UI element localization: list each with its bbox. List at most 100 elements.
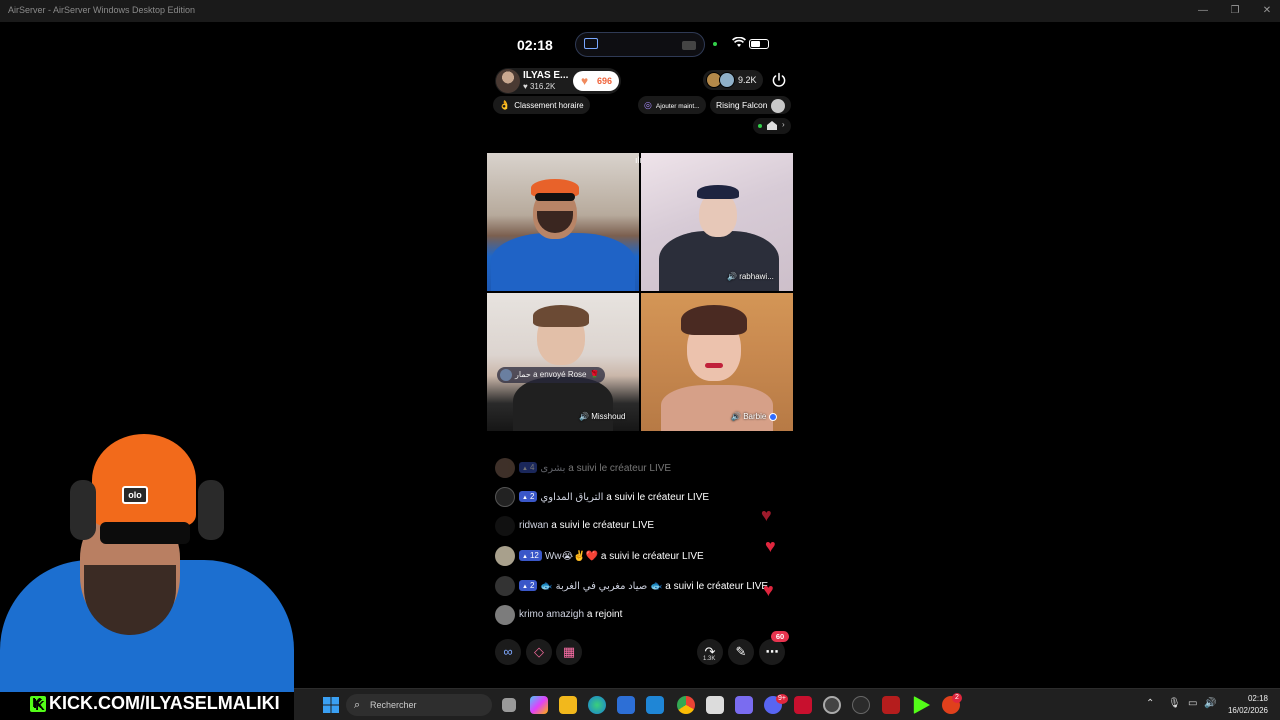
acrobat-icon[interactable] xyxy=(794,696,812,714)
kick-app-icon[interactable] xyxy=(913,696,930,714)
obs-icon[interactable] xyxy=(852,696,870,714)
chat-user: بشرى xyxy=(540,463,566,474)
microphone-icon[interactable]: 🎙 xyxy=(1168,698,1181,709)
viewer-list[interactable]: 9.2K xyxy=(703,70,763,90)
viewer-avatar xyxy=(719,72,735,88)
lips xyxy=(705,363,723,368)
more-badge: 60 xyxy=(771,631,789,642)
dynamic-island xyxy=(575,32,705,57)
chat-action: a rejoint xyxy=(586,609,623,620)
headphone-right xyxy=(198,480,224,540)
close-button[interactable]: ✕ xyxy=(1250,0,1280,22)
beanie-logo: olo xyxy=(122,486,148,504)
maximize-button[interactable]: ❐ xyxy=(1218,0,1252,22)
add-chip[interactable]: ◎ Ajouter maint... xyxy=(638,96,706,114)
link-icon: ∞ xyxy=(503,644,513,659)
guest-link-button[interactable]: ∞ xyxy=(495,639,521,665)
diamond-icon: ◇ xyxy=(534,644,544,659)
gift-user: حمار xyxy=(515,370,531,379)
taskbar-clock[interactable]: 02:18 16/02/2026 xyxy=(1228,693,1268,717)
ranking-label: Classement horaire xyxy=(514,101,584,110)
swirl-icon: ◎ xyxy=(644,100,652,110)
rose-icon: 🌹 xyxy=(589,370,600,379)
chat-user: الترياق المداوي xyxy=(540,492,604,503)
person-cap xyxy=(697,185,739,199)
level-badge: 12 xyxy=(519,550,542,561)
webcam-overlay: olo xyxy=(0,430,294,692)
heart-icon: ♥ xyxy=(581,74,589,88)
app-icon[interactable] xyxy=(706,696,724,714)
chat-action: a suivi le créateur LIVE xyxy=(600,551,704,562)
person-body xyxy=(491,233,635,291)
level-badge: 2 xyxy=(519,580,538,591)
rising-falcon-chip[interactable]: Rising Falcon xyxy=(710,96,791,114)
discord-badge: 9+ xyxy=(776,694,788,704)
game-icon[interactable] xyxy=(735,696,753,714)
chat-avatar xyxy=(495,516,515,536)
guest-name-4: Barbie xyxy=(743,412,767,421)
media-app-icon[interactable] xyxy=(882,696,900,714)
person-hair xyxy=(681,305,747,335)
phone-screen: 02:18 ILYAS E... ♥ 316.2K ♥ 696 9.2K 👌 Cl… xyxy=(487,28,793,678)
clock-date: 16/02/2026 xyxy=(1227,706,1268,715)
home-icon xyxy=(767,121,777,130)
headphone-left xyxy=(70,480,96,540)
home-shortcut[interactable]: › xyxy=(753,118,791,134)
minimize-button[interactable]: — xyxy=(1186,0,1220,22)
host-name: ILYAS E... xyxy=(523,70,569,81)
taskbar-search[interactable]: ⌕ Rechercher xyxy=(346,694,492,716)
volume-icon[interactable]: 🔊 xyxy=(1204,698,1216,709)
magic-button[interactable]: ✎ xyxy=(728,639,754,665)
floating-heart-icon: ♥ xyxy=(763,580,774,600)
tray-chevron-icon[interactable]: ⌃ xyxy=(1146,698,1154,709)
taskbar: ⌕ Rechercher 9+ 2 ⌃ 🎙 ▭ 🔊 02:18 16/02/202… xyxy=(294,688,1280,720)
guest-speaker-4: 🔊 Barbie xyxy=(731,412,778,421)
window-titlebar: AirServer - AirServer Windows Desktop Ed… xyxy=(0,0,1280,22)
task-view-icon[interactable] xyxy=(502,698,516,712)
status-time: 02:18 xyxy=(517,37,553,53)
camera-indicator-icon xyxy=(713,42,717,46)
rising-label: Rising Falcon xyxy=(716,100,768,110)
windows-start-icon[interactable] xyxy=(323,697,339,713)
gift-item: Rose xyxy=(567,370,587,379)
person-hair xyxy=(533,305,589,327)
ranking-chip[interactable]: 👌 Classement horaire xyxy=(493,96,590,114)
host-avatar[interactable] xyxy=(496,69,520,93)
share-count: 1.3K xyxy=(703,656,716,662)
host-likes: ♥ 316.2K xyxy=(523,82,556,91)
more-button[interactable]: ⋯ xyxy=(759,639,785,665)
chat-avatar xyxy=(495,487,515,507)
copilot-icon[interactable] xyxy=(530,696,548,714)
apps-button[interactable]: ▦ xyxy=(556,639,582,665)
chat-action: a suivi le créateur LIVE xyxy=(606,492,710,503)
chat-action: a suivi le créateur LIVE xyxy=(665,581,769,592)
chat-user: 🐟 صياد مغربي في الغربة 🐟 xyxy=(540,581,663,592)
file-explorer-icon[interactable] xyxy=(559,696,577,714)
search-placeholder: Rechercher xyxy=(370,700,417,710)
guest-tile-host[interactable] xyxy=(487,153,639,291)
guest-tile-3[interactable]: 🔊 Misshoud xyxy=(487,293,639,431)
edge-icon[interactable] xyxy=(588,696,606,714)
guest-speaker-3: 🔊 Misshoud xyxy=(579,412,626,421)
kick-overlay: K KICK.COM/ILYASELMALIKI xyxy=(30,693,280,714)
guest-tile-4[interactable]: 🔊 Barbie xyxy=(641,293,793,431)
chrome-icon[interactable] xyxy=(677,696,695,714)
chat-action: a suivi le créateur LIVE xyxy=(551,520,655,531)
airplay-icon xyxy=(682,41,696,50)
gift-sender-avatar xyxy=(500,368,512,381)
gift-notification: حمار a envoyé Rose 🌹 xyxy=(497,367,606,383)
online-dot-icon xyxy=(758,124,762,128)
follow-heart-button[interactable]: ♥ 696 xyxy=(573,71,619,91)
gift-text: a envoyé xyxy=(533,370,566,379)
network-icon[interactable]: ▭ xyxy=(1188,698,1197,709)
more-dots-icon: ⋯ xyxy=(765,644,779,659)
power-icon[interactable] xyxy=(771,72,787,88)
chat-user: Ww😭✌️❤️ xyxy=(544,551,599,562)
airserver-icon[interactable] xyxy=(823,696,841,714)
guest-tile-2[interactable]: 🔊 rabhawi... xyxy=(641,153,793,291)
chat-action: a suivi le créateur LIVE xyxy=(568,463,672,474)
gift-button[interactable]: ◇ xyxy=(526,639,552,665)
mail-icon[interactable] xyxy=(646,696,664,714)
sunglasses xyxy=(100,522,190,544)
store-icon[interactable] xyxy=(617,696,635,714)
